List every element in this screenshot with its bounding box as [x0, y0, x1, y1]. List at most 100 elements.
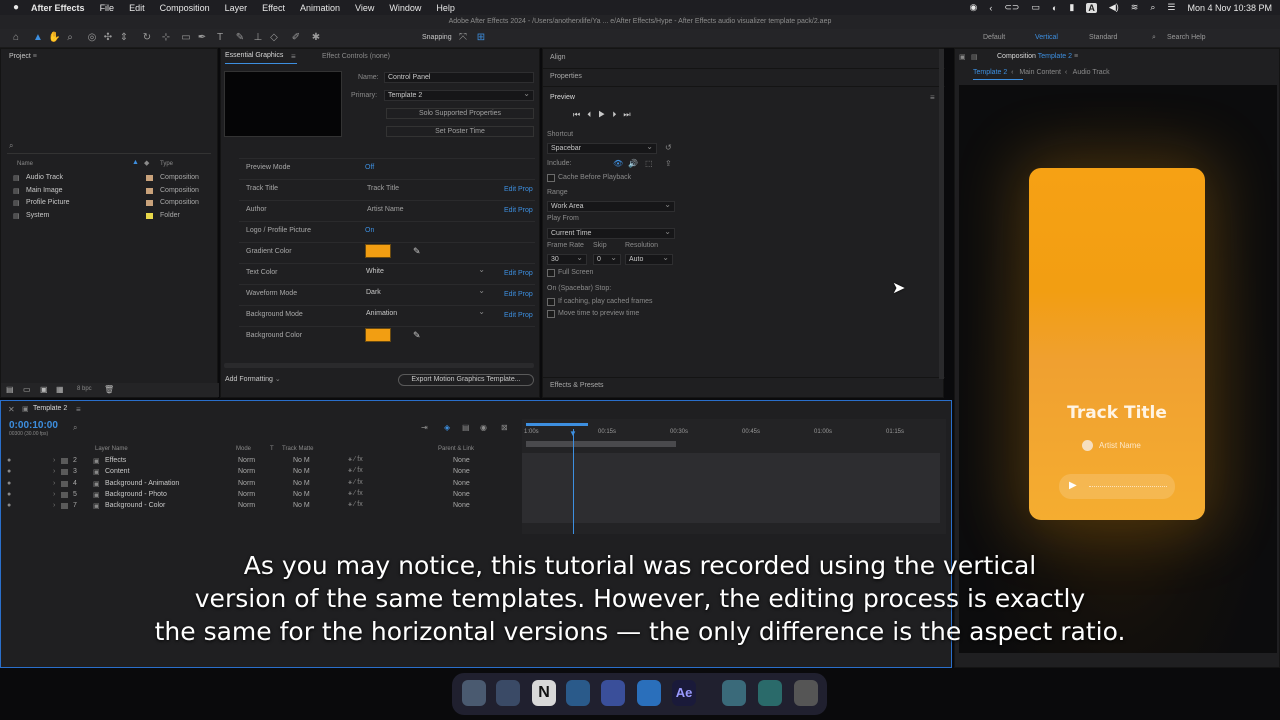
layer-track-matte[interactable]: No M — [293, 491, 310, 498]
preview-menu-icon[interactable]: ≡ — [930, 93, 935, 102]
layer-parent[interactable]: None — [453, 480, 470, 487]
project-item[interactable]: ▤ System Folder — [1, 211, 219, 223]
layer-name[interactable]: Content — [105, 468, 130, 475]
layer-mode[interactable]: Norm — [238, 457, 255, 464]
layer-label-color[interactable] — [61, 503, 68, 510]
close-tab-icon[interactable]: ✕ — [8, 405, 15, 414]
property-toggle[interactable]: On — [365, 227, 374, 234]
brush-tool-icon[interactable]: ✎ — [234, 32, 246, 44]
trash-icon[interactable]: 🗑 — [104, 385, 114, 394]
clock[interactable]: Mon 4 Nov 10:38 PM — [1187, 3, 1272, 13]
edit-prop-link[interactable]: Edit Prop — [504, 291, 533, 298]
lock-icon[interactable]: ▣ — [959, 53, 966, 61]
input-source-icon[interactable]: A — [1086, 2, 1097, 13]
menu-composition[interactable]: Composition — [160, 3, 210, 13]
tab-essential-graphics[interactable]: Essential Graphics — [225, 52, 283, 59]
trash-dock-icon[interactable] — [794, 680, 818, 706]
layer-track-matte[interactable]: No M — [293, 468, 310, 475]
panel-scrollbar[interactable] — [939, 49, 944, 379]
work-area-bar[interactable] — [526, 423, 588, 426]
menu-layer[interactable]: Layer — [225, 3, 248, 13]
layer-parent[interactable]: None — [453, 468, 470, 475]
switch-icon[interactable]: ⚹ ⁄ fx — [348, 479, 363, 487]
pen-tool-icon[interactable]: ✒ — [196, 32, 208, 44]
app-menu[interactable]: After Effects — [31, 3, 85, 13]
wifi-icon[interactable]: ≋ — [1131, 2, 1139, 13]
crumb-main-content[interactable]: Main Content — [1019, 69, 1061, 76]
move-time-checkbox[interactable] — [547, 310, 555, 318]
label-color[interactable] — [146, 200, 153, 207]
clone-tool-icon[interactable]: ⊥ — [252, 32, 264, 44]
graph-editor-icon[interactable]: ⊠ — [501, 423, 508, 432]
solo-supported-button[interactable]: Solo Supported Properties — [386, 108, 534, 119]
visibility-eye-icon[interactable]: ● — [7, 457, 11, 464]
property-select[interactable]: White — [363, 265, 488, 278]
workspace-default[interactable]: Default — [983, 34, 1005, 41]
work-area-range[interactable] — [526, 441, 676, 447]
align-panel-title[interactable]: Align — [550, 54, 566, 61]
export-mogrt-button[interactable]: Export Motion Graphics Template... — [398, 374, 534, 386]
type-tool-icon[interactable]: T — [214, 32, 226, 44]
battery-icon[interactable]: ▮ — [1069, 2, 1074, 13]
folder-dock-icon[interactable] — [722, 680, 746, 706]
after-effects-dock-icon[interactable]: Ae — [672, 680, 696, 706]
col-layer-name[interactable]: Layer Name — [95, 446, 128, 452]
expand-arrow-icon[interactable]: › — [53, 468, 55, 475]
include-video-icon[interactable]: 👁 — [613, 159, 623, 168]
crumb-audio-track[interactable]: Audio Track — [1073, 69, 1110, 76]
label-color[interactable] — [146, 175, 153, 181]
puppet-tool-icon[interactable]: ✱ — [310, 32, 322, 44]
project-col-type[interactable]: Type — [160, 161, 173, 167]
project-item[interactable]: ▤ Audio Track Composition — [1, 173, 219, 185]
set-poster-time-button[interactable]: Set Poster Time — [386, 126, 534, 137]
first-frame-icon[interactable]: ⏮ — [573, 110, 587, 119]
expand-arrow-icon[interactable]: › — [53, 491, 55, 498]
play-icon[interactable]: ▶ — [598, 110, 612, 119]
selection-tool-icon[interactable]: ▲ — [32, 32, 44, 44]
switch-icon[interactable]: ⚹ ⁄ fx — [348, 501, 363, 509]
col-track-matte[interactable]: Track Matte — [282, 446, 313, 452]
playhead-handle-icon[interactable]: ▼ — [569, 429, 577, 438]
property-text-value[interactable]: Track Title — [367, 185, 399, 192]
eyedropper-icon[interactable]: ✎ — [413, 330, 421, 341]
project-item[interactable]: ▤ Main Image Composition — [1, 186, 219, 198]
properties-panel-title[interactable]: Properties — [550, 73, 582, 80]
layer-row[interactable]: ● › 3 ▣ Content Norm No M ⚹ ⁄ fx None — [1, 467, 521, 478]
timeline-tab[interactable]: Template 2 — [33, 405, 67, 412]
eraser-tool-icon[interactable]: ◇ — [268, 32, 280, 44]
panel-menu-icon[interactable]: ≡ — [291, 52, 296, 61]
layer-track-matte[interactable]: No M — [293, 480, 310, 487]
record-icon[interactable]: ◉ — [970, 2, 978, 13]
timeline-track-area[interactable]: 1:00s 00:15s 00:30s 00:45s 01:00s 01:15s ▼ — [522, 419, 946, 534]
frame-blend-icon[interactable]: ◉ — [480, 423, 487, 432]
expand-arrow-icon[interactable]: › — [53, 457, 55, 464]
cache-checkbox[interactable] — [547, 174, 555, 182]
property-text-value[interactable]: Artist Name — [367, 206, 404, 213]
label-color[interactable] — [146, 212, 153, 219]
layer-parent[interactable]: None — [453, 491, 470, 498]
orbit-tool-icon[interactable]: ◎ — [86, 32, 98, 44]
skip-select[interactable]: 0 — [593, 253, 621, 265]
switch-icon[interactable]: ⚹ ⁄ fx — [348, 467, 363, 475]
pan-tool-icon[interactable]: ✣ — [102, 32, 114, 44]
cached-frames-checkbox[interactable] — [547, 298, 555, 306]
timeline-search-icon[interactable]: ⌕ — [73, 423, 77, 433]
mail-dock-icon[interactable] — [496, 680, 520, 706]
layer-track-matte[interactable]: No M — [293, 457, 310, 464]
comp-flowchart-icon[interactable]: ▤ — [971, 53, 978, 61]
project-search-icon[interactable]: ⌕ — [9, 141, 13, 151]
interpret-icon[interactable]: ▤ — [6, 385, 14, 394]
layer-name[interactable]: Background - Animation — [105, 480, 179, 487]
primary-select[interactable]: Template 2 — [384, 89, 534, 101]
contrast-icon[interactable]: ◐ — [1052, 3, 1057, 13]
layer-label-color[interactable] — [61, 491, 68, 498]
layer-mode[interactable]: Norm — [238, 468, 255, 475]
rectangle-tool-icon[interactable]: ▭ — [180, 32, 192, 44]
finder-dock-icon[interactable] — [462, 680, 486, 706]
new-comp-icon[interactable]: ▣ — [40, 385, 48, 394]
safari-dock-icon[interactable] — [637, 680, 661, 706]
zoom-tool-icon[interactable]: ⌕ — [64, 32, 76, 44]
reset-icon[interactable]: ↺ — [665, 143, 672, 152]
edit-prop-link[interactable]: Edit Prop — [504, 270, 533, 277]
eg-scrollbar[interactable] — [224, 363, 534, 368]
